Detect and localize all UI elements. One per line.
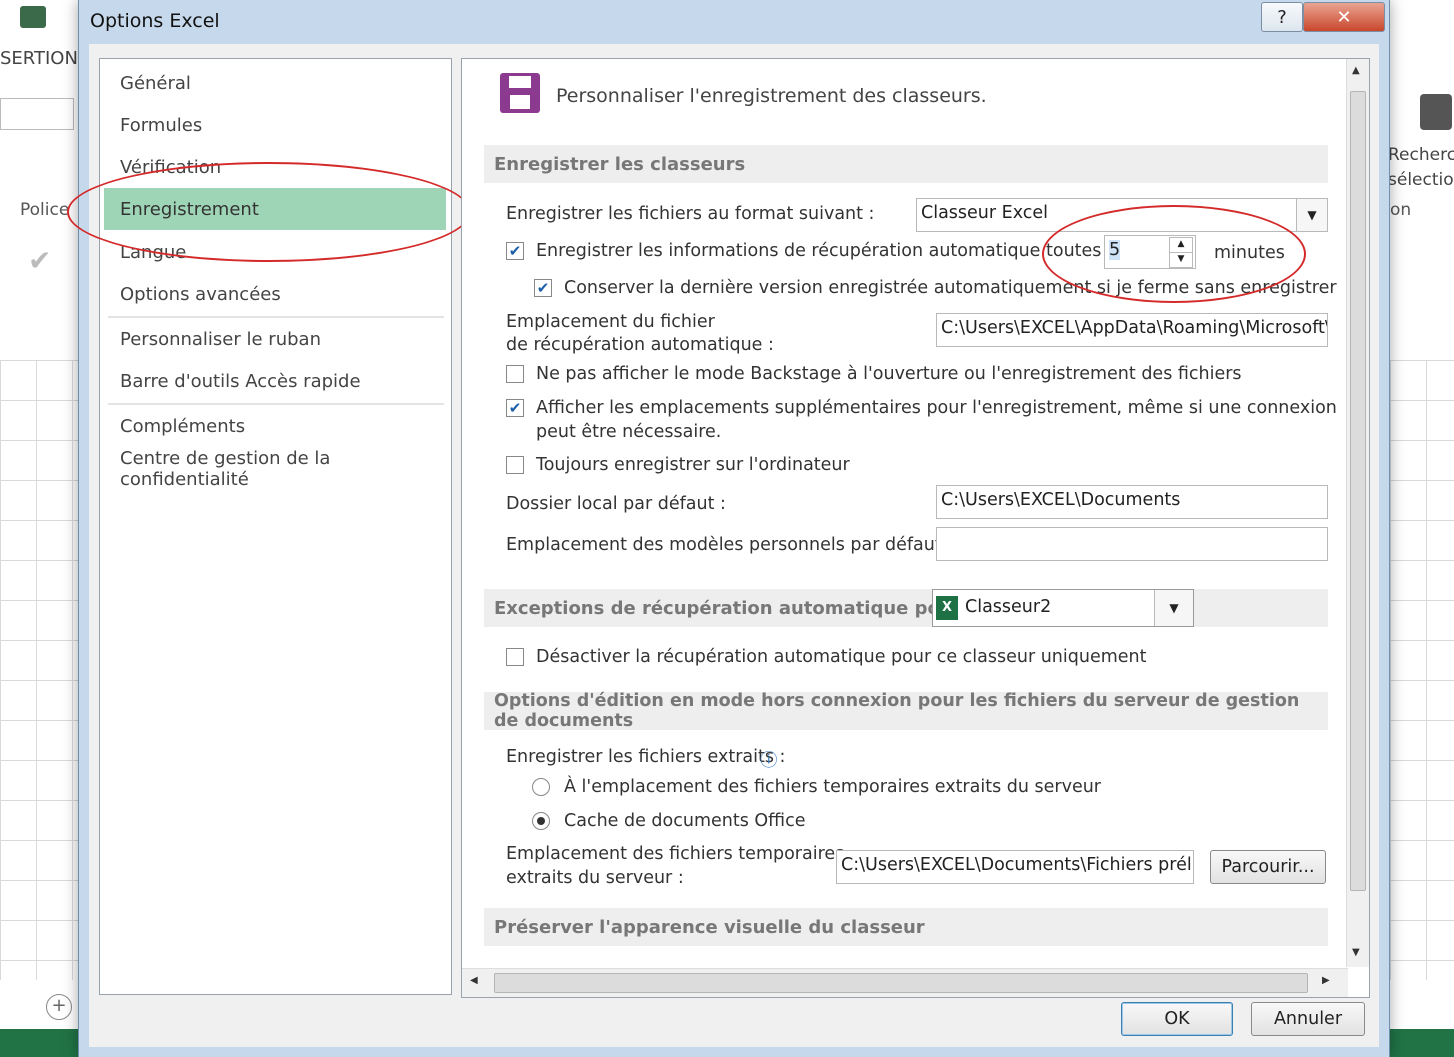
info-icon[interactable]: ⓘ [760,747,778,772]
scroll-thumb[interactable] [1350,91,1366,891]
disable-autorecover-label: Désactiver la récupération automatique p… [536,647,1147,667]
checkmark-icon[interactable]: ✔ [28,244,51,277]
disable-autorecover-checkbox[interactable] [506,648,524,666]
workbook-dropdown[interactable]: X Classeur2 ▼ [932,589,1194,627]
templates-location-input[interactable] [936,527,1328,561]
show-locations-label-2: peut être nécessaire. [536,422,722,442]
radio-office-cache-label: Cache de documents Office [564,811,806,831]
radio-server-location-label: À l'emplacement des fichiers temporaires… [564,777,1102,797]
temp-location-input[interactable]: C:\Users\EXCEL\Documents\Fichiers prélir [836,850,1194,884]
autorecover-location-label-1: Emplacement du fichier [506,312,715,332]
nav-item-langue[interactable]: Langue [104,231,446,273]
find-select-label[interactable]: Recherch [1388,145,1454,165]
nav-item-options-avancees[interactable]: Options avancées [104,273,446,315]
minutes-label: minutes [1214,243,1285,263]
horizontal-scrollbar[interactable]: ◀ ▶ [462,968,1348,997]
keep-last-version-checkbox[interactable]: ✔ [534,279,552,297]
nav-item-formules[interactable]: Formules [104,104,446,146]
show-locations-checkbox[interactable]: ✔ [506,399,524,417]
status-bar-left [0,1029,78,1057]
scroll-up-icon[interactable]: ▲ [1352,65,1360,76]
autorecover-minutes-spinner[interactable]: 5 ▲ ▼ [1104,235,1196,269]
section-header-visual: Préserver l'apparence visuelle du classe… [484,908,1328,946]
radio-server-location[interactable] [532,778,550,796]
worksheet-grid[interactable] [0,360,78,980]
autorecover-checkbox[interactable]: ✔ [506,242,524,260]
help-button[interactable]: ? [1261,2,1303,32]
autorecover-location-input[interactable]: C:\Users\EXCEL\AppData\Roaming\Microsoft… [936,313,1328,347]
scroll-left-icon[interactable]: ◀ [470,975,478,986]
autorecover-minutes-value: 5 [1109,240,1121,260]
scroll-right-icon[interactable]: ▶ [1322,975,1330,986]
section-header-offline: Options d'édition en mode hors connexion… [484,691,1328,731]
nav-item-personnaliser-ruban[interactable]: Personnaliser le ruban [104,318,446,360]
always-local-checkbox[interactable] [506,456,524,474]
temp-location-label-2: extraits du serveur : [506,868,684,888]
default-local-label: Dossier local par défaut : [506,494,726,514]
quick-access-save-icon[interactable] [20,6,46,28]
keep-last-version-label: Conserver la dernière version enregistré… [564,278,1337,298]
format-dropdown-value: Classeur Excel [921,203,1049,223]
scroll-down-icon[interactable]: ▼ [1352,947,1360,958]
spinner-up-icon[interactable]: ▲ [1169,237,1193,253]
font-dropdown[interactable] [0,98,74,130]
section-header-enregistrer: Enregistrer les classeurs [484,145,1328,183]
nav-item-barre-acces-rapide[interactable]: Barre d'outils Accès rapide [104,360,446,402]
dialog-body: Général Formules Vérification Enregistre… [67,44,1379,1047]
ribbon-tab-insertion[interactable]: SERTION [0,48,78,69]
ok-button[interactable]: OK [1121,1002,1233,1036]
section-header-exceptions: Exceptions de récupération automatique p… [484,589,1328,627]
nav-item-complements[interactable]: Compléments [104,405,446,447]
nav-item-general[interactable]: Général [104,62,446,104]
cancel-button[interactable]: Annuler [1251,1002,1365,1036]
add-sheet-icon[interactable]: + [46,994,72,1020]
nav-item-centre-confidentialite[interactable]: Centre de gestion de la confidentialité [104,448,446,490]
group-label-police: Police [20,200,70,220]
nav-item-enregistrement[interactable]: Enregistrement [104,188,446,230]
autorecover-label: Enregistrer les informations de récupéra… [536,241,1132,261]
dialog-title: Options Excel [90,10,220,32]
options-content: Personnaliser l'enregistrement des class… [461,58,1370,998]
default-local-input[interactable]: C:\Users\EXCEL\Documents [936,485,1328,519]
find-select-label-2[interactable]: sélection [1388,170,1454,190]
chevron-down-icon[interactable]: ▼ [1154,590,1193,626]
save-icon [500,73,540,113]
chevron-down-icon[interactable]: ▼ [1296,199,1327,231]
show-locations-label-1: Afficher les emplacements supplémentaire… [536,398,1337,418]
no-backstage-label: Ne pas afficher le mode Backstage à l'ou… [536,364,1242,384]
dialog-titlebar[interactable]: Options Excel ? ✕ [79,0,1389,44]
radio-office-cache[interactable] [532,812,550,830]
format-label: Enregistrer les fichiers au format suiva… [506,204,875,224]
section-title-exceptions: Exceptions de récupération automatique p… [494,597,976,619]
always-local-label: Toujours enregistrer sur l'ordinateur [536,455,850,475]
browse-button[interactable]: Parcourir... [1210,850,1326,884]
format-dropdown[interactable]: Classeur Excel ▼ [916,198,1328,232]
spinner-down-icon[interactable]: ▼ [1169,252,1193,268]
page-heading: Personnaliser l'enregistrement des class… [556,85,987,107]
options-nav: Général Formules Vérification Enregistre… [99,58,452,995]
temp-location-label-1: Emplacement des fichiers temporaires [506,844,845,864]
worksheet-grid-right[interactable] [1390,360,1454,980]
options-dialog: Options Excel ? ✕ Général Formules Vérif… [67,0,1390,1057]
group-label-edition: on [1390,200,1412,220]
no-backstage-checkbox[interactable] [506,365,524,383]
binoculars-icon[interactable] [1420,94,1452,130]
vertical-scrollbar[interactable]: ▲ ▼ [1346,59,1369,967]
autorecover-location-label-2: de récupération automatique : [506,335,774,355]
status-bar-right [1390,1029,1454,1057]
workbook-dropdown-value: Classeur2 [965,597,1052,617]
close-button[interactable]: ✕ [1303,2,1385,32]
nav-item-verification[interactable]: Vérification [104,146,446,188]
scroll-hthumb[interactable] [494,973,1308,993]
save-checked-out-label: Enregistrer les fichiers extraits : [506,747,786,767]
excel-file-icon: X [936,596,958,620]
templates-location-label: Emplacement des modèles personnels par d… [506,535,954,555]
